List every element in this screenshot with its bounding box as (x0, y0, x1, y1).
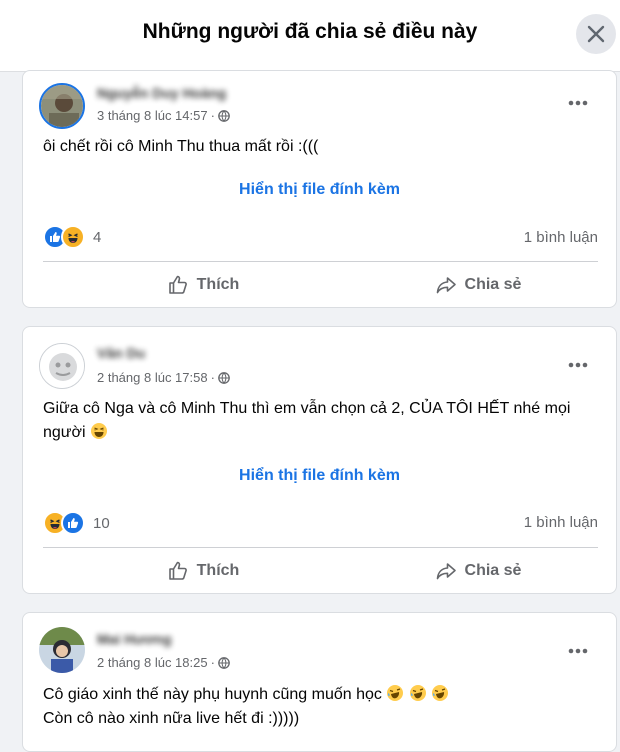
avatar[interactable] (39, 343, 85, 389)
laughing-emoji-icon (91, 423, 108, 439)
reaction-summary[interactable]: 10 (43, 511, 110, 535)
close-button[interactable] (576, 14, 616, 54)
like-icon (168, 561, 187, 580)
post-text-line-2: Còn cô nào xinh nữa live hết đi :))))) (43, 710, 300, 727)
separator: · (210, 108, 215, 123)
author-name[interactable]: Vân Du (97, 345, 145, 361)
post-text-line: Cô giáo xinh thế này phụ huynh cũng muốn… (43, 683, 598, 707)
more-options-button[interactable] (568, 351, 588, 374)
post-text-line-1: Cô giáo xinh thế này phụ huynh cũng muốn… (43, 686, 382, 703)
rofl-emoji-icon (409, 685, 426, 701)
avatar[interactable] (39, 627, 85, 673)
more-options-button[interactable] (568, 89, 588, 112)
avatar[interactable] (39, 83, 85, 129)
like-icon (168, 275, 187, 294)
post-text: Giữa cô Nga và cô Minh Thu thì em vẫn ch… (43, 397, 598, 445)
like-button[interactable]: Thích (83, 553, 323, 589)
like-label: Thích (196, 276, 240, 293)
author-name[interactable]: Nguyễn Duy Hoàng (97, 85, 226, 101)
reaction-count: 4 (93, 228, 102, 246)
attachment-link[interactable]: Hiển thị file đính kèm (23, 181, 616, 199)
author-name[interactable]: Mai Hương (97, 631, 172, 647)
post-meta: 2 tháng 8 lúc 18:25 · (97, 655, 230, 670)
dialog-header: Những người đã chia sẻ điều này (0, 0, 620, 72)
timestamp[interactable]: 2 tháng 8 lúc 18:25 (97, 655, 208, 670)
shared-post: Vân Du 2 tháng 8 lúc 17:58 · Giữa cô Nga… (22, 326, 617, 594)
share-icon (436, 563, 456, 580)
comment-count-link[interactable]: 1 bình luận (524, 229, 598, 246)
timestamp[interactable]: 3 tháng 8 lúc 14:57 (97, 108, 208, 123)
rofl-emoji-icon (432, 685, 449, 701)
post-text: Cô giáo xinh thế này phụ huynh cũng muốn… (43, 683, 598, 731)
shared-post: Nguyễn Duy Hoàng 3 tháng 8 lúc 14:57 · ô… (22, 70, 617, 308)
post-meta: 2 tháng 8 lúc 17:58 · (97, 370, 230, 385)
rofl-emoji-icon (387, 685, 404, 701)
haha-reaction-icon (61, 225, 85, 249)
globe-icon (218, 109, 230, 122)
like-button[interactable]: Thích (83, 267, 323, 303)
like-label: Thích (196, 562, 240, 579)
post-meta: 3 tháng 8 lúc 14:57 · (97, 108, 230, 123)
more-options-button[interactable] (568, 637, 588, 660)
post-text: ôi chết rồi cô Minh Thu thua mất rồi :((… (43, 138, 319, 155)
share-button[interactable]: Chia sẻ (358, 267, 598, 303)
reaction-count: 10 (93, 514, 110, 532)
share-icon (436, 277, 456, 294)
close-icon (587, 25, 605, 43)
dialog-title: Những người đã chia sẻ điều này (142, 20, 478, 43)
divider (43, 547, 598, 548)
share-label: Chia sẻ (464, 276, 522, 293)
share-label: Chia sẻ (464, 562, 522, 579)
more-icon (568, 362, 588, 368)
separator: · (210, 655, 215, 670)
more-icon (568, 648, 588, 654)
comment-count-link[interactable]: 1 bình luận (524, 514, 598, 531)
separator: · (210, 370, 215, 385)
more-icon (568, 100, 588, 106)
share-button[interactable]: Chia sẻ (358, 553, 598, 589)
like-reaction-icon (61, 511, 85, 535)
divider (43, 261, 598, 262)
globe-icon (218, 371, 230, 384)
attachment-link[interactable]: Hiển thị file đính kèm (23, 467, 616, 485)
shared-post: Mai Hương 2 tháng 8 lúc 18:25 · Cô giáo … (22, 612, 617, 752)
timestamp[interactable]: 2 tháng 8 lúc 17:58 (97, 370, 208, 385)
post-text-body: Giữa cô Nga và cô Minh Thu thì em vẫn ch… (43, 400, 571, 441)
globe-icon (218, 656, 230, 669)
reaction-summary[interactable]: 4 (43, 225, 101, 249)
